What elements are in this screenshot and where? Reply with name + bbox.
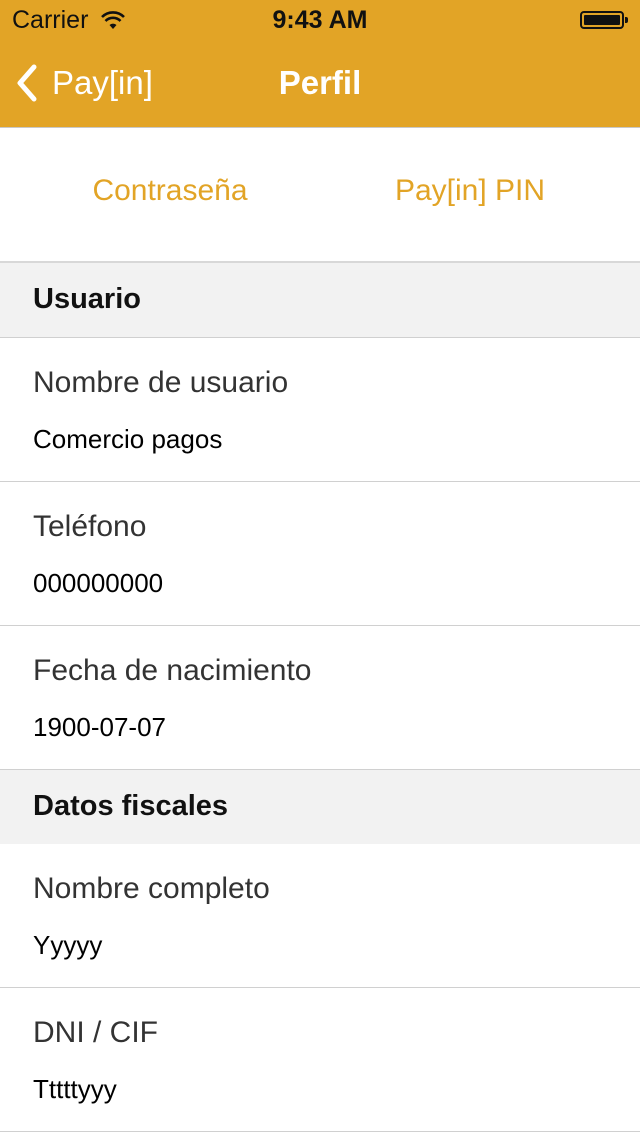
field-label: Teléfono [33, 510, 147, 543]
status-bar: Carrier 9:43 AM [0, 0, 640, 40]
section-header-usuario: Usuario [0, 263, 640, 338]
field-row-phone[interactable]: Teléfono 000000000 [0, 482, 640, 626]
navigation-bar: Pay[in] Perfil [0, 40, 640, 128]
field-row-full-name[interactable]: Nombre completo Yyyyy [0, 844, 640, 988]
section-title: Datos fiscales [33, 790, 229, 822]
section-title: Usuario [33, 283, 141, 315]
page-title: Perfil [278, 64, 362, 101]
battery-icon [580, 11, 628, 29]
field-label: Nombre de usuario [33, 366, 289, 399]
field-row-username[interactable]: Nombre de usuario Comercio pagos [0, 338, 640, 482]
field-value: 000000000 [33, 568, 164, 598]
field-value: 1900-07-07 [33, 712, 166, 742]
section-header-datos-fiscales: Datos fiscales [0, 770, 640, 845]
password-button[interactable]: Contraseña [10, 174, 330, 208]
payin-pin-button[interactable]: Pay[in] PIN [310, 174, 630, 208]
field-label: DNI / CIF [33, 1016, 158, 1049]
field-row-birthdate[interactable]: Fecha de nacimiento 1900-07-07 [0, 626, 640, 770]
field-label: Nombre completo [33, 872, 270, 905]
field-value: Comercio pagos [33, 424, 223, 454]
field-value: Tttttyyy [33, 1074, 117, 1104]
profile-actions: Contraseña Pay[in] PIN [0, 128, 640, 263]
field-value: Yyyyy [33, 930, 103, 960]
field-label: Fecha de nacimiento [33, 654, 312, 687]
status-time: 9:43 AM [272, 6, 368, 34]
field-row-dni-cif[interactable]: DNI / CIF Tttttyyy [0, 988, 640, 1132]
